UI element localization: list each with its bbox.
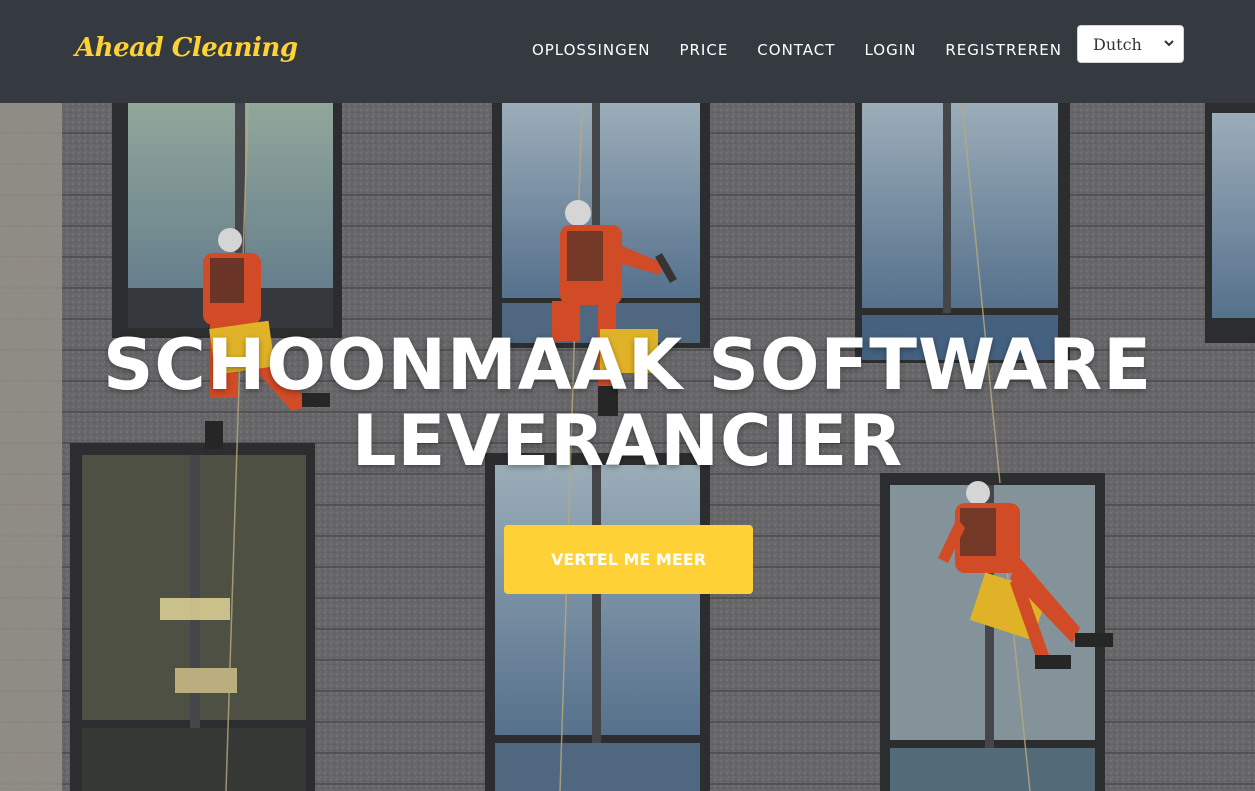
nav-item-oplossingen[interactable]: OPLOSSINGEN: [532, 41, 651, 59]
nav-item-login[interactable]: LOGIN: [864, 41, 916, 59]
nav-menu: OPLOSSINGEN PRICE CONTACT LOGIN REGISTRE…: [503, 41, 1062, 59]
nav-item-contact[interactable]: CONTACT: [757, 41, 835, 59]
tell-me-more-button[interactable]: VERTEL ME MEER: [504, 525, 753, 594]
hero-title-line-2: LEVERANCIER: [351, 400, 904, 482]
chevron-down-icon: [1164, 40, 1174, 47]
language-select[interactable]: Dutch: [1077, 25, 1184, 63]
navbar: Ahead Cleaning OPLOSSINGEN PRICE CONTACT…: [0, 0, 1255, 103]
nav-item-registreren[interactable]: REGISTREREN: [945, 41, 1062, 59]
brand-logo[interactable]: Ahead Cleaning: [75, 33, 298, 63]
hero-section: SCHOONMAAK SOFTWARE LEVERANCIER VERTEL M…: [0, 103, 1255, 791]
nav-item-price[interactable]: PRICE: [679, 41, 728, 59]
hero-title: SCHOONMAAK SOFTWARE LEVERANCIER: [0, 327, 1255, 479]
language-select-value: Dutch: [1093, 34, 1142, 54]
hero-title-line-1: SCHOONMAAK SOFTWARE: [102, 324, 1153, 406]
